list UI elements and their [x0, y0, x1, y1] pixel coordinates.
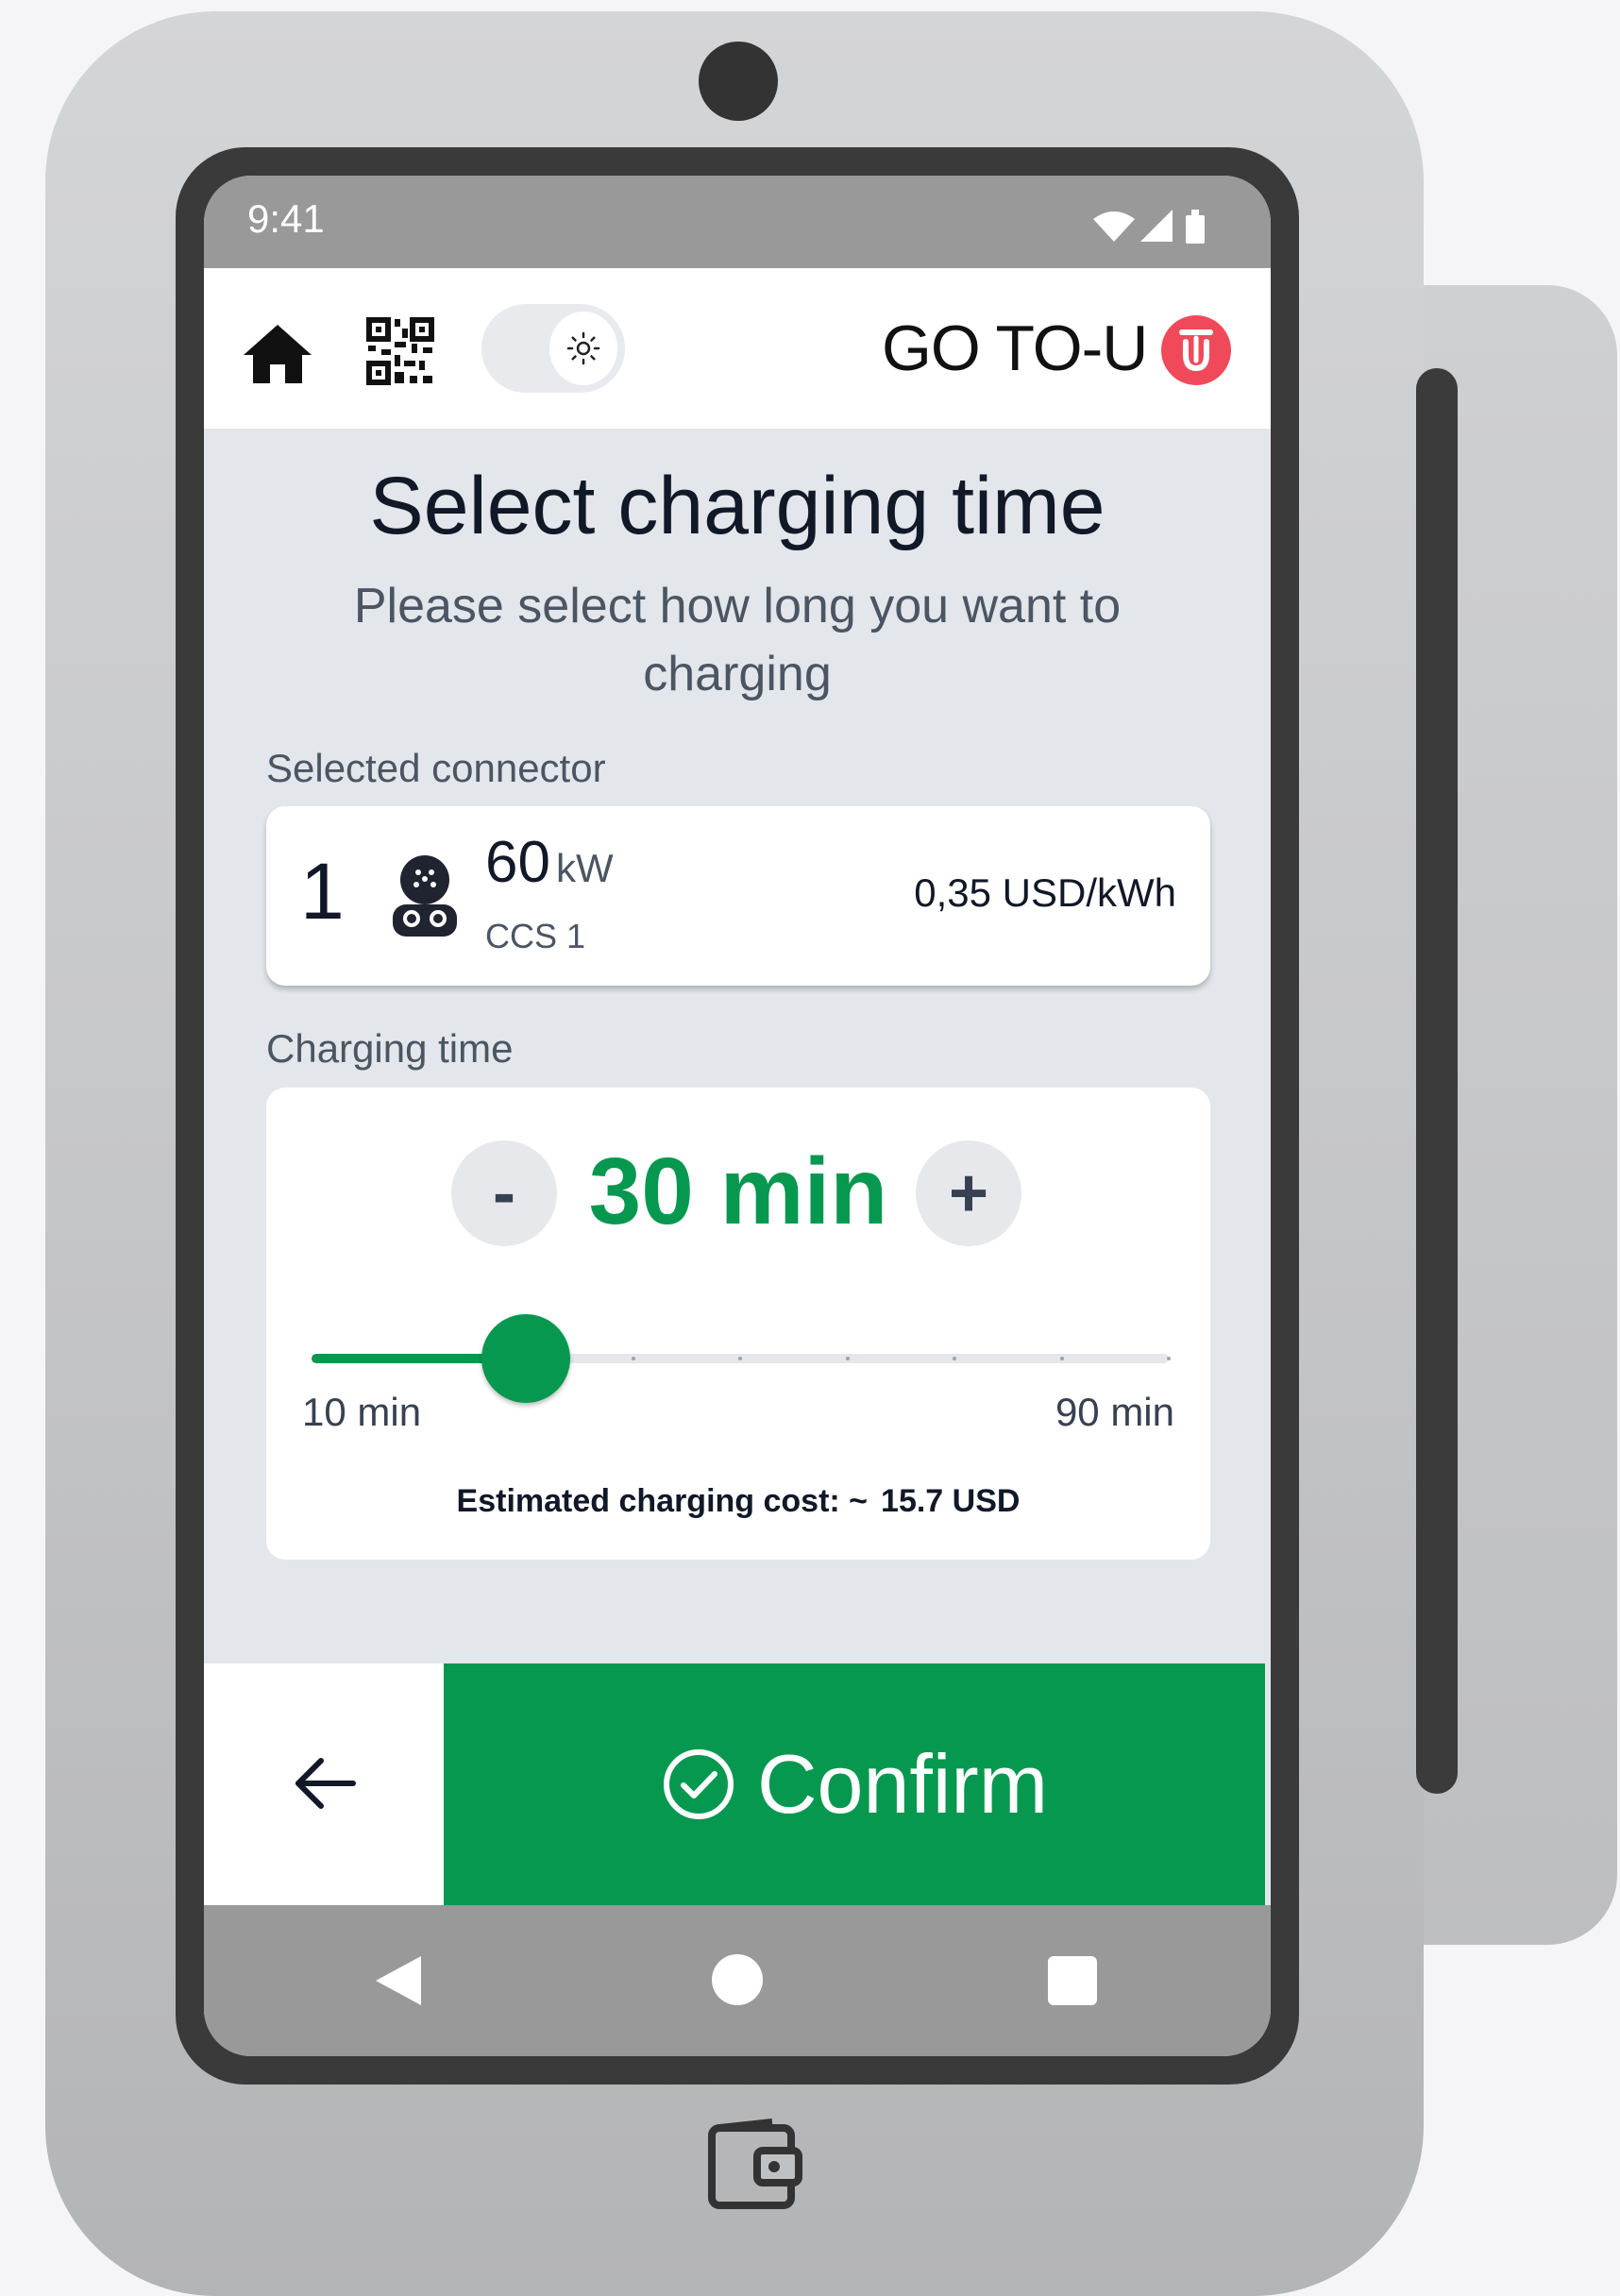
- charging-time-label: Charging time: [266, 1026, 514, 1071]
- charging-time-value: 30 min: [588, 1139, 888, 1244]
- selected-connector-card[interactable]: 1 60 kW CCS 1 0,35 USD/kWh: [266, 806, 1210, 986]
- phone-screen: 9:41 GO TO-U Select charging time Please…: [204, 176, 1271, 2056]
- charging-time-card: - 30 min + 10 min 90 min Estimated charg…: [266, 1088, 1210, 1560]
- confirm-label: Confirm: [756, 1737, 1049, 1831]
- battery-icon: [1186, 210, 1205, 244]
- decrease-time-button[interactable]: -: [451, 1140, 557, 1246]
- estimated-cost-label: Estimated charging cost: ~: [456, 1483, 869, 1519]
- connector-type: CCS 1: [485, 917, 586, 955]
- page-subtitle: Please select how long you want to charg…: [353, 579, 1122, 701]
- time-slider-thumb[interactable]: [481, 1314, 570, 1403]
- brand-logo: [1161, 315, 1231, 385]
- wallet-icon: [708, 2119, 802, 2209]
- slider-tick: [1059, 1357, 1064, 1360]
- increase-time-button[interactable]: +: [916, 1140, 1021, 1246]
- slider-max-label: 90 min: [1055, 1390, 1174, 1434]
- camera-icon: [699, 42, 778, 121]
- check-circle-icon: [663, 1749, 734, 1819]
- connector-number: 1: [300, 847, 345, 936]
- time-slider-track[interactable]: [312, 1314, 1171, 1403]
- signal-icon: [1140, 210, 1173, 242]
- theme-toggle[interactable]: [481, 304, 625, 393]
- slider-min-label: 10 min: [302, 1390, 422, 1434]
- system-nav-bar: [204, 1905, 1271, 2056]
- toggle-knob: [549, 312, 617, 385]
- status-icons: [1093, 210, 1205, 244]
- confirm-button[interactable]: Confirm: [444, 1663, 1265, 1905]
- slider-tick: [631, 1357, 635, 1360]
- connector-section-label: Selected connector: [266, 746, 606, 790]
- slider-tick: [845, 1357, 850, 1360]
- nav-back-icon[interactable]: [374, 1954, 423, 2007]
- status-bar: 9:41: [204, 176, 1271, 268]
- sun-icon: [566, 331, 600, 365]
- estimated-cost-value: 15.7 USD: [881, 1483, 1021, 1519]
- page-title: Select charging time: [369, 461, 1105, 551]
- app-header: GO TO-U: [204, 268, 1271, 429]
- connector-price: 0,35 USD/kWh: [914, 870, 1176, 915]
- slider-tick: [1167, 1357, 1171, 1360]
- qr-code-icon[interactable]: [366, 317, 434, 385]
- connector-power: 60 kW: [485, 829, 614, 903]
- connector-power-value: 60: [485, 830, 550, 895]
- card-slot-rail: [1416, 368, 1458, 1794]
- slider-tick: [738, 1357, 742, 1360]
- wifi-icon: [1093, 211, 1135, 242]
- nav-recents-icon[interactable]: [1048, 1956, 1097, 2005]
- home-icon[interactable]: [242, 321, 313, 387]
- slider-tick: [953, 1357, 956, 1360]
- arrow-left-icon: [295, 1758, 356, 1809]
- back-button[interactable]: [204, 1663, 444, 1905]
- status-time: 9:41: [247, 196, 325, 241]
- estimated-cost: Estimated charging cost: ~ 15.7 USD: [266, 1480, 1210, 1522]
- brand-name: GO TO-U: [882, 312, 1148, 384]
- nav-home-icon[interactable]: [712, 1954, 763, 2005]
- connector-power-unit: kW: [555, 846, 614, 890]
- brand-logo-icon: [1179, 329, 1213, 372]
- ccs-plug-icon: [393, 855, 457, 937]
